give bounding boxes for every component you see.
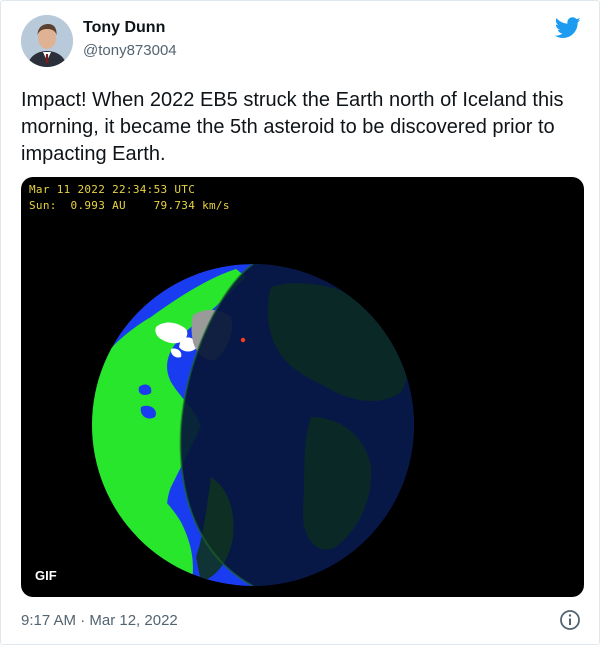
overlay-datetime: Mar 11 2022 22:34:53 UTC <box>29 183 196 196</box>
author-handle[interactable]: @tony873004 <box>83 42 177 59</box>
tweet-card: Tony Dunn @tony873004 Impact! When 2022 … <box>0 0 600 645</box>
earth-globe-illustration <box>92 264 414 586</box>
avatar[interactable] <box>21 15 73 67</box>
avatar-image <box>21 15 73 67</box>
overlay-sun-distance: Sun: 0.993 AU 79.734 km/s <box>29 199 230 212</box>
impact-marker <box>240 337 246 343</box>
tweet-media-gif[interactable]: Mar 11 2022 22:34:53 UTC Sun: 0.993 AU 7… <box>21 177 584 597</box>
tweet-text: Impact! When 2022 EB5 struck the Earth n… <box>21 89 564 165</box>
tweet-timestamp[interactable]: 9:17 AM · Mar 12, 2022 <box>21 612 178 629</box>
twitter-bird-icon[interactable] <box>555 17 581 39</box>
gif-badge: GIF <box>35 568 57 583</box>
author-name[interactable]: Tony Dunn <box>83 19 165 37</box>
info-icon[interactable] <box>559 609 581 631</box>
